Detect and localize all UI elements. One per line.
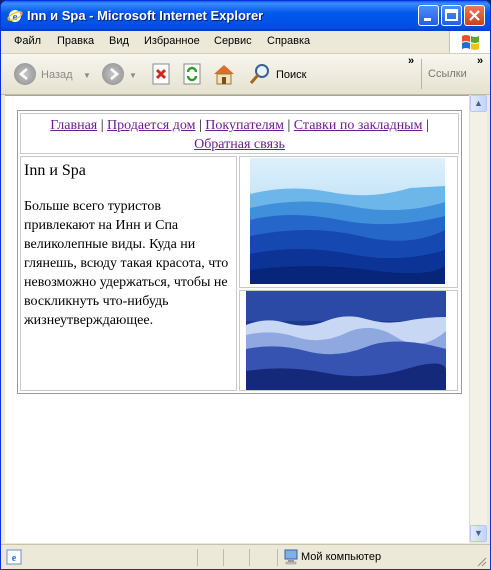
menu-edit[interactable]: Правка bbox=[57, 35, 94, 47]
forest-image bbox=[246, 291, 446, 390]
nav-link-house-for-sale[interactable]: Продается дом bbox=[107, 118, 195, 133]
status-divider bbox=[277, 549, 278, 566]
home-icon bbox=[214, 65, 234, 85]
image-cell-mountains bbox=[239, 156, 458, 288]
close-button[interactable] bbox=[464, 5, 485, 26]
vertical-scrollbar[interactable]: ▲ ▼ bbox=[469, 95, 487, 542]
browser-window: e Inn и Spa - Microsoft Internet Explore… bbox=[0, 0, 491, 570]
back-arrow-icon bbox=[18, 68, 28, 80]
nav-link-home[interactable]: Главная bbox=[50, 118, 97, 133]
menu-favorites[interactable]: Избранное bbox=[144, 35, 200, 47]
menu-file[interactable]: Файл bbox=[14, 35, 41, 47]
refresh-button[interactable] bbox=[181, 62, 203, 86]
menu-bar: Файл Правка Вид Избранное Сервис Справка bbox=[1, 31, 490, 54]
my-computer-icon bbox=[284, 549, 298, 565]
search-label[interactable]: Поиск bbox=[276, 69, 306, 81]
site-nav: Главная | Продается дом | Покупателям | … bbox=[20, 113, 459, 154]
back-dropdown-icon[interactable]: ▼ bbox=[83, 71, 91, 80]
internet-explorer-icon: e bbox=[7, 10, 23, 23]
scroll-up-icon[interactable]: ▲ bbox=[470, 95, 487, 112]
search-icon bbox=[249, 64, 269, 84]
minimize-icon bbox=[424, 18, 431, 21]
toolbar-overflow-icon[interactable]: » bbox=[408, 55, 414, 67]
nav-link-mortgage-rates[interactable]: Ставки по закладным bbox=[294, 118, 423, 133]
page-ie-icon: e bbox=[6, 549, 22, 565]
status-divider bbox=[249, 549, 250, 566]
layout-table: Главная | Продается дом | Покупателям | … bbox=[17, 110, 462, 394]
forward-dropdown-icon[interactable]: ▼ bbox=[129, 71, 137, 80]
nav-link-buyers[interactable]: Покупателям bbox=[205, 118, 284, 133]
standard-toolbar: Назад ▼ ▼ Поиск bbox=[1, 54, 490, 95]
image-cell-forest bbox=[239, 290, 458, 391]
back-button[interactable] bbox=[14, 63, 36, 85]
menu-help[interactable]: Справка bbox=[267, 35, 310, 47]
stop-icon bbox=[152, 63, 170, 85]
mountains-image bbox=[250, 158, 445, 284]
windows-flag-icon bbox=[462, 35, 479, 50]
status-divider bbox=[223, 549, 224, 566]
forward-button[interactable] bbox=[102, 63, 124, 85]
maximize-icon bbox=[445, 9, 458, 21]
status-bar: e Мой компьютер bbox=[1, 544, 490, 569]
home-button[interactable] bbox=[212, 62, 234, 86]
title-bar[interactable]: e Inn и Spa - Microsoft Internet Explore… bbox=[1, 1, 490, 31]
links-label[interactable]: Ссылки bbox=[428, 68, 467, 80]
close-icon bbox=[469, 10, 480, 21]
maximize-button[interactable] bbox=[441, 5, 462, 26]
search-button[interactable] bbox=[248, 62, 270, 86]
status-divider bbox=[197, 549, 198, 566]
body-paragraph: Больше всего туристов привлекают на Инн … bbox=[24, 199, 229, 328]
svg-text:e: e bbox=[12, 553, 17, 564]
window-title: Inn и Spa - Microsoft Internet Explorer bbox=[27, 8, 264, 23]
nav-link-feedback[interactable]: Обратная связь bbox=[194, 137, 285, 152]
menu-tools[interactable]: Сервис bbox=[214, 35, 252, 47]
scroll-down-icon[interactable]: ▼ bbox=[470, 525, 487, 542]
text-cell: Inn и Spa Больше всего туристов привлека… bbox=[20, 156, 237, 391]
page-viewport: Главная | Продается дом | Покупателям | … bbox=[5, 95, 469, 543]
refresh-icon bbox=[183, 63, 201, 85]
menu-view[interactable]: Вид bbox=[109, 35, 129, 47]
links-overflow-icon[interactable]: » bbox=[477, 55, 483, 67]
toolbar-divider bbox=[421, 59, 422, 89]
minimize-button[interactable] bbox=[418, 5, 439, 26]
resize-grip-icon[interactable] bbox=[475, 555, 487, 567]
stop-button[interactable] bbox=[150, 62, 172, 86]
windows-logo bbox=[449, 31, 490, 53]
forward-arrow-icon bbox=[110, 68, 120, 80]
back-label: Назад bbox=[41, 69, 73, 81]
page-heading: Inn и Spa bbox=[24, 162, 86, 179]
security-zone-label: Мой компьютер bbox=[301, 551, 382, 563]
